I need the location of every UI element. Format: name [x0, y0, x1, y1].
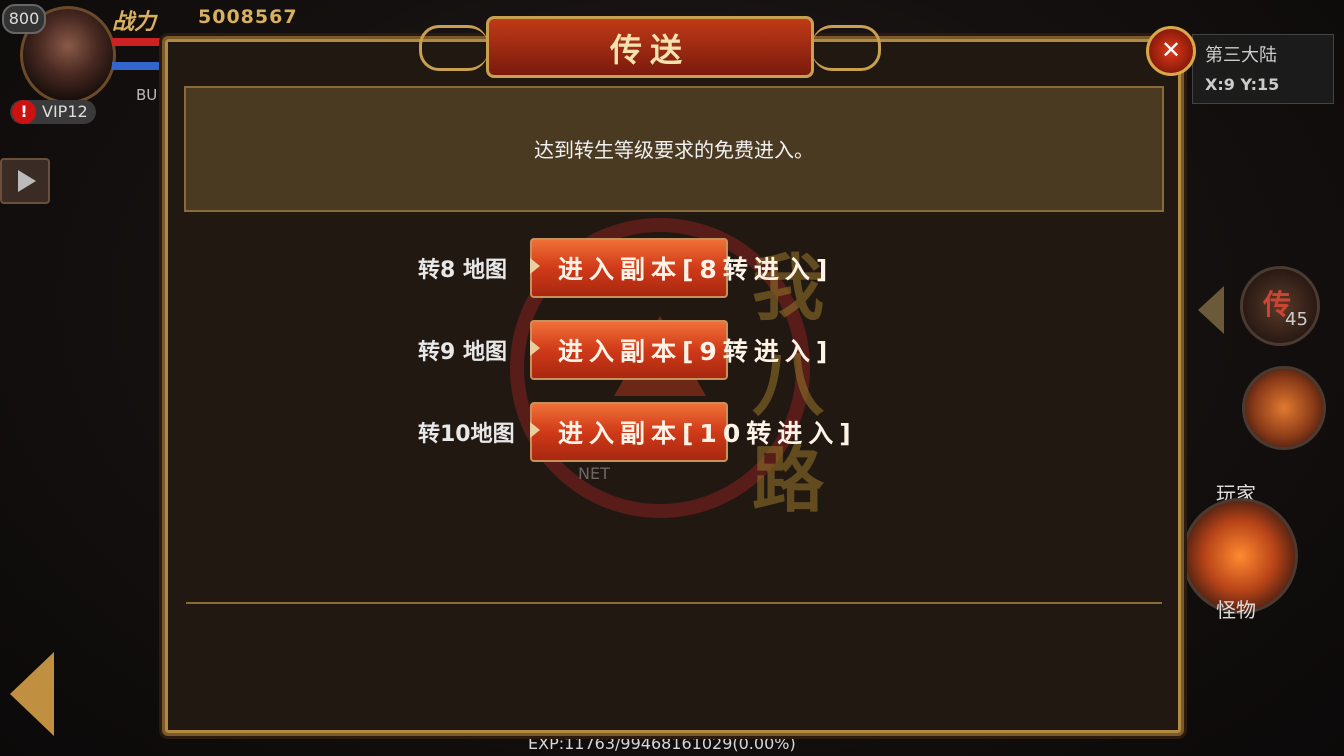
map-name: 第三大陆 — [1205, 45, 1277, 66]
teleport-button[interactable]: 传 45 — [1240, 266, 1320, 346]
dialog-title: 传送 — [609, 31, 690, 69]
enter-dungeon-10-label[interactable]: 进入副本[10转进入] — [558, 414, 857, 450]
skill-button[interactable] — [1242, 366, 1326, 450]
info-panel: 达到转生等级要求的免费进入。 — [184, 86, 1164, 212]
enter-dungeon-9-label[interactable]: 进入副本[9转进入] — [558, 332, 833, 368]
power-label: 战力 — [112, 9, 157, 35]
watermark-net: NET — [578, 464, 610, 483]
minimap-info[interactable]: 第三大陆 X:9 Y:15 — [1192, 34, 1334, 104]
row-label-9: 转9 地图 — [418, 340, 507, 365]
arrow-icon — [530, 340, 540, 356]
info-text: 达到转生等级要求的免费进入。 — [534, 138, 814, 162]
play-arrow-icon[interactable] — [0, 158, 50, 204]
divider — [186, 602, 1162, 604]
ornament-right — [812, 25, 881, 71]
back-arrow-icon[interactable] — [10, 652, 54, 736]
teleport-count: 45 — [1285, 309, 1308, 330]
enter-dungeon-8-label[interactable]: 进入副本[8转进入] — [558, 250, 833, 286]
alert-icon: ! — [12, 100, 36, 124]
map-coords: X:9 Y:15 — [1205, 75, 1280, 94]
power-value: 5008567 — [198, 6, 298, 28]
arrow-icon — [530, 422, 540, 438]
buff-tag: BU — [136, 86, 158, 104]
target-monster-label[interactable]: 怪物 — [1216, 594, 1256, 623]
collapse-arrow-icon[interactable] — [1198, 286, 1224, 334]
row-label-10: 转10地图 — [418, 422, 515, 447]
close-button[interactable]: ✕ — [1146, 26, 1196, 76]
ornament-left — [419, 25, 488, 71]
row-label-8: 转8 地图 — [418, 258, 507, 283]
level-badge: 800 — [2, 4, 46, 34]
dialog-title-plate: 传送 — [419, 16, 881, 78]
mp-bar — [112, 62, 160, 70]
arrow-icon — [530, 258, 540, 274]
exp-readout: EXP:11763/99468161029(0.00%) — [528, 734, 796, 753]
